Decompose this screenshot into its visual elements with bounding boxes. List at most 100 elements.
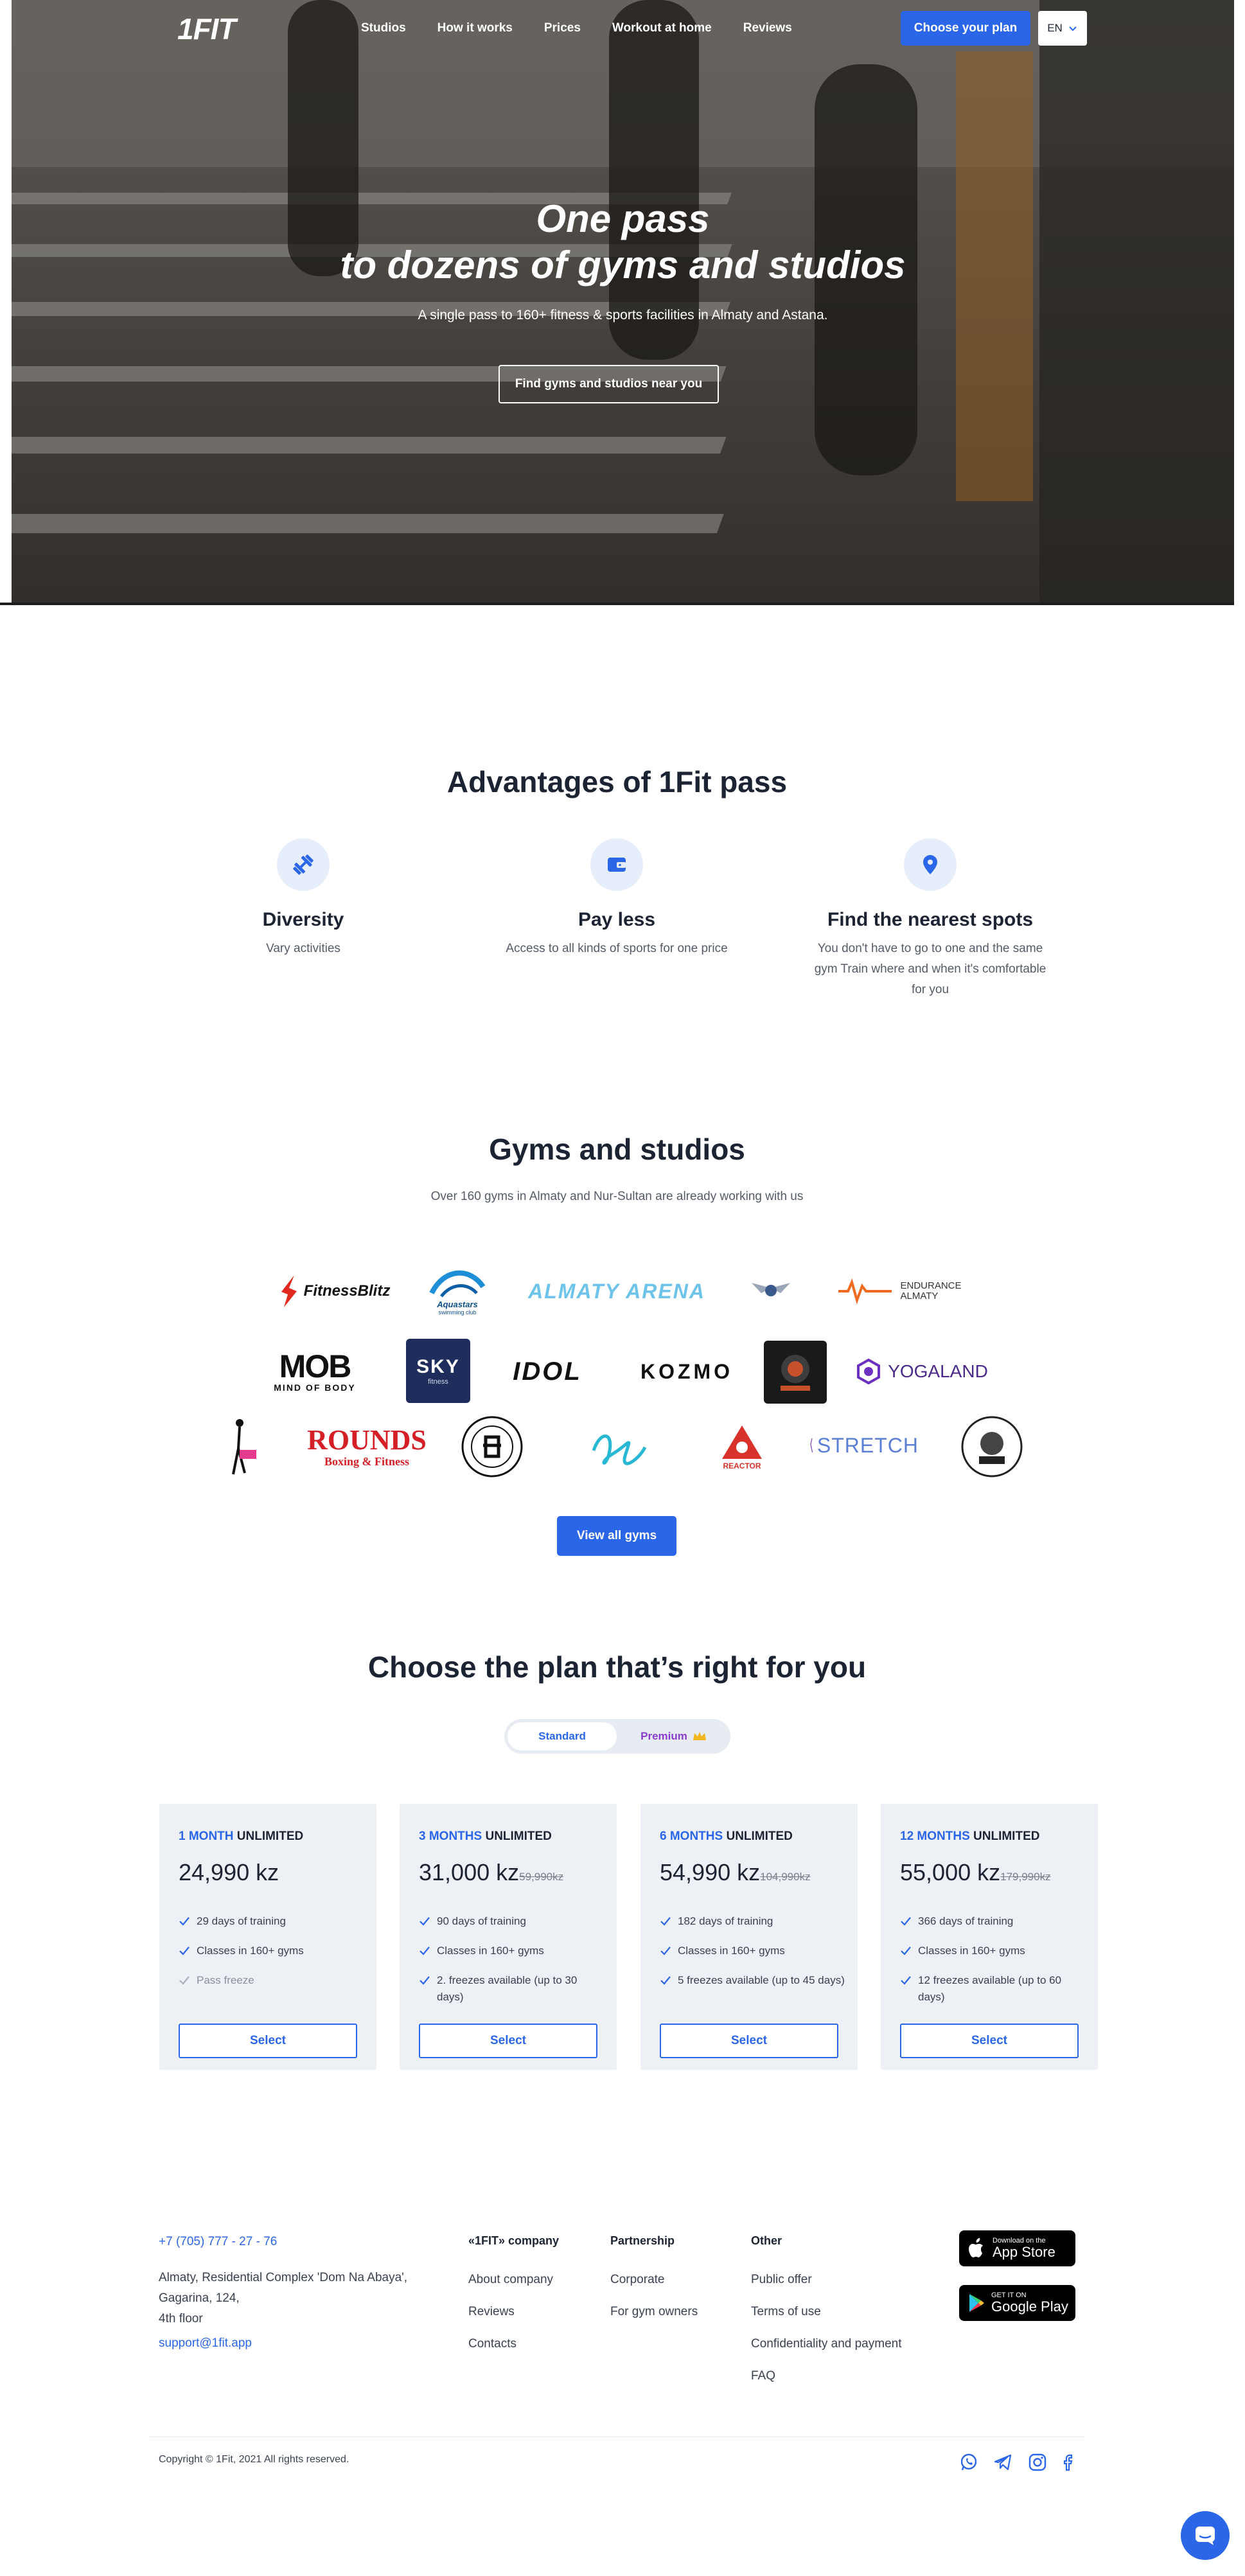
view-all-gyms-button[interactable]: View all gyms <box>557 1516 676 1556</box>
choose-plan-button[interactable]: Choose your plan <box>901 11 1030 46</box>
nav-link-prices[interactable]: Prices <box>544 21 581 35</box>
gym-logo-aquastars[interactable]: Aquastars swimming club <box>425 1260 490 1322</box>
whatsapp-icon[interactable] <box>959 2453 978 2472</box>
reactor-triangle-icon <box>722 1425 762 1459</box>
plan-price: 54,990 kz <box>660 1859 761 1885</box>
footer-partnership-heading: Partnership <box>610 2234 675 2247</box>
footer-link-about[interactable]: About company <box>468 2273 553 2287</box>
footer-email[interactable]: support@1fit.app <box>159 2333 252 2354</box>
google-play-icon <box>969 2294 984 2312</box>
checkmark-icon <box>901 1917 911 1926</box>
footer-link-corporate[interactable]: Corporate <box>610 2273 665 2287</box>
plan-card: 12 MONTHS UNLIMITED 55,000 kz179,990kz 366… <box>881 1804 1098 2070</box>
plan-feature: Classes in 160+ gyms <box>419 1943 605 1959</box>
find-gyms-button[interactable]: Find gyms and studios near you <box>499 365 719 403</box>
app-store-badge[interactable]: Download on the App Store <box>959 2230 1075 2266</box>
gym-logo-sky-fitness[interactable]: SKY fitness <box>406 1339 470 1403</box>
footer-link-gym-owners[interactable]: For gym owners <box>610 2305 698 2319</box>
nav-link-workout-at-home[interactable]: Workout at home <box>612 21 712 35</box>
plan-price: 24,990 kz <box>179 1859 279 1885</box>
plan-duration: 12 MONTHS <box>900 1830 970 1843</box>
plan-feature: Classes in 160+ gyms <box>900 1943 1086 1959</box>
plan-select-button[interactable]: Select <box>179 2024 357 2058</box>
language-selector[interactable]: EN <box>1038 11 1087 46</box>
hexagon-mark-icon <box>857 1359 881 1384</box>
gym-logo-dark-badge[interactable] <box>764 1341 827 1404</box>
google-play-badge[interactable]: GET IT ON Google Play <box>959 2285 1075 2321</box>
telegram-icon[interactable] <box>993 2453 1012 2472</box>
logo-text: ALMATY ARENA <box>528 1279 705 1303</box>
gym-logo-dance-studio[interactable] <box>215 1415 267 1479</box>
advantage-title: Find the nearest spots <box>827 909 1034 930</box>
checkmark-icon <box>419 1976 430 1985</box>
footer-link-faq[interactable]: FAQ <box>751 2369 775 2383</box>
plan-select-button[interactable]: Select <box>660 2024 838 2058</box>
plan-feature-text: 5 freezes available (up to 45 days) <box>678 1974 845 1986</box>
instagram-icon[interactable] <box>1028 2453 1047 2472</box>
plan-features: 29 days of training Classes in 160+ gyms P… <box>179 1913 365 2002</box>
logo-subtext: MIND OF BODY <box>274 1382 356 1393</box>
footer-link-reviews[interactable]: Reviews <box>468 2305 515 2319</box>
location-pin-icon <box>923 855 937 874</box>
advantage-icon-wrap <box>590 838 643 891</box>
advantage-text: Vary activities <box>266 942 340 955</box>
footer-link-terms[interactable]: Terms of use <box>751 2305 821 2319</box>
gym-logo-rounds[interactable]: ROUNDS Boxing & Fitness <box>307 1421 427 1472</box>
footer-link-contacts[interactable]: Contacts <box>468 2337 517 2351</box>
gym-logo-crest[interactable] <box>958 1413 1025 1480</box>
plan-duration: 1 MONTH <box>179 1830 234 1843</box>
toggle-premium[interactable]: Premium <box>620 1722 727 1751</box>
advantage-icon-wrap <box>277 838 330 891</box>
gym-logo-almaty-arena[interactable]: ALMATY ARENA <box>527 1275 707 1307</box>
plans-title: Choose the plan that’s right for you <box>367 1650 867 1684</box>
logo-text: FitnessBlitz <box>303 1282 391 1300</box>
brand-logo[interactable]: 1FIT <box>177 12 236 46</box>
footer-address-line: Gagarina, 124, <box>159 2291 240 2305</box>
toggle-standard[interactable]: Standard <box>508 1722 617 1751</box>
runner-mark-icon <box>281 1275 297 1307</box>
gym-logo-stretch[interactable]: STRETCH <box>809 1420 919 1471</box>
logo-text: YOGALAND <box>888 1361 988 1381</box>
app-store-big-text: App Store <box>993 2244 1055 2260</box>
gym-logo-kozmo[interactable]: KOZMO <box>639 1355 735 1388</box>
nav-link-studios[interactable]: Studios <box>361 21 406 35</box>
plan-select-button[interactable]: Select <box>900 2024 1079 2058</box>
logo-text: STRETCH <box>817 1433 919 1457</box>
footer-phone[interactable]: +7 (705) 777 - 27 - 76 <box>159 2232 277 2252</box>
footer-company-heading: «1FIT» company <box>468 2234 560 2247</box>
app-store-text: Download on the App Store <box>993 2237 1055 2260</box>
footer-address-line: 4th floor <box>159 2312 203 2325</box>
gym-logo-emblem[interactable] <box>745 1272 797 1310</box>
gym-logo-reactor[interactable]: REACTOR <box>713 1418 771 1476</box>
gym-logo-teal-script[interactable] <box>586 1423 650 1472</box>
logo-subtext: swimming club <box>438 1309 477 1316</box>
plan-feature-text: Classes in 160+ gyms <box>197 1945 304 1957</box>
plan-feature-text: Classes in 160+ gyms <box>918 1945 1025 1957</box>
gym-logo-fitnessblitz[interactable]: FitnessBlitz <box>270 1269 398 1314</box>
gym-logo-idol[interactable]: IDOL <box>502 1352 592 1391</box>
gym-logo-yogaland[interactable]: YOGALAND <box>854 1352 989 1391</box>
plan-select-button[interactable]: Select <box>419 2024 597 2058</box>
plan-feature: 182 days of training <box>660 1913 846 1930</box>
nav-link-how-it-works[interactable]: How it works <box>437 21 513 35</box>
pulse-mark-icon <box>838 1278 892 1304</box>
language-label: EN <box>1047 22 1063 34</box>
footer-link-confidentiality[interactable]: Confidentiality and payment <box>751 2337 901 2351</box>
chat-widget-button[interactable] <box>1181 2511 1230 2560</box>
footer-link-public-offer[interactable]: Public offer <box>751 2273 812 2287</box>
advantages-title: Advantages of 1Fit pass <box>446 765 788 798</box>
gym-logo-round-seal[interactable] <box>459 1413 525 1480</box>
plan-feature: Classes in 160+ gyms <box>179 1943 365 1959</box>
gym-logo-mob[interactable]: MOB MIND OF BODY <box>263 1346 366 1397</box>
hero-section: One pass to dozens of gyms and studios A… <box>12 0 1234 603</box>
google-play-text: GET IT ON Google Play <box>991 2291 1068 2315</box>
gym-logo-endurance-almaty[interactable]: ENDURANCE ALMATY <box>835 1272 964 1310</box>
logo-text: MOB <box>279 1348 352 1384</box>
logo-text: SKY <box>416 1356 460 1377</box>
facebook-icon[interactable] <box>1060 2453 1079 2472</box>
chevron-down-icon <box>1069 26 1077 31</box>
logo-text: IDOL <box>513 1357 582 1386</box>
plan-name: 1 MONTH UNLIMITED <box>179 1830 303 1844</box>
nav-link-reviews[interactable]: Reviews <box>743 21 792 35</box>
plan-price-row: 24,990 kz <box>179 1859 279 1886</box>
